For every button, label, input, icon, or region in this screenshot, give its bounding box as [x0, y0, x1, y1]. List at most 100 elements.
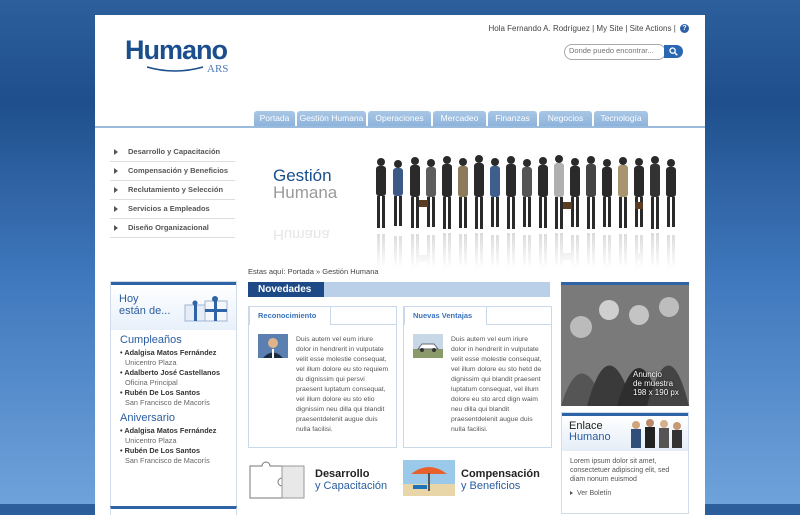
person-name[interactable]: Adalgisa Matos Fernández — [124, 426, 216, 435]
hero-people-image — [373, 155, 683, 268]
sidebar-item-label: Diseño Organizacional — [128, 223, 209, 232]
person-name[interactable]: Rubén De Los Santos — [125, 446, 200, 455]
enlace-humano-panel: Enlace Humano Lorem ipsum dolor sit amet… — [561, 412, 689, 514]
breadcrumb-prefix: Estas aquí: — [248, 267, 286, 276]
search-box — [564, 44, 666, 60]
card-tab-label[interactable]: Nuevas Ventajas — [404, 306, 488, 325]
userbar-separator: | — [673, 24, 676, 33]
aniversario-list: • Adalgisa Matos Fernández Unicentro Pla… — [111, 426, 236, 466]
ad-banner[interactable]: Anuncio de muestra 198 x 190 px — [561, 282, 689, 406]
chevron-right-icon — [114, 206, 118, 212]
chevron-right-icon — [114, 225, 118, 231]
user-greeting-link[interactable]: Hola Fernando A. Rodríguez — [488, 24, 589, 33]
cumpleanos-title: Cumpleaños — [120, 334, 182, 346]
logo-swoosh-icon — [146, 66, 204, 72]
sidebar-item-label: Compensación y Beneficios — [128, 166, 229, 175]
search-input[interactable] — [569, 46, 663, 55]
puzzle-icon — [249, 461, 305, 499]
hero-title-reflection: Humana — [273, 226, 330, 243]
person-location: Oficina Principal — [125, 378, 178, 387]
ad-caption: Anuncio de muestra 198 x 190 px — [633, 370, 679, 397]
breadcrumb-root-link[interactable]: Portada — [288, 267, 314, 276]
person-location: Unicentro Plaza — [125, 358, 177, 367]
beach-umbrella-icon — [403, 460, 455, 496]
list-item: • Rubén De Los Santos — [120, 388, 201, 397]
enlace-title-line2: Humano — [569, 431, 611, 443]
main-nav: Portada Gestión Humana Operaciones Merca… — [254, 111, 650, 126]
sidebar-item-label: Desarrollo y Capacitación — [128, 147, 221, 156]
person-location: Unicentro Plaza — [125, 436, 177, 445]
page-container: Humano ARS Hola Fernando A. Rodríguez | … — [95, 15, 705, 515]
tab-tecnologia[interactable]: Tecnología — [594, 111, 648, 126]
novedades-title: Novedades — [248, 282, 324, 297]
enlace-body: Lorem ipsum dolor sit amet, consectetuer… — [570, 458, 670, 483]
tab-finanzas[interactable]: Finanzas — [488, 111, 537, 126]
list-item: • Adalberto José Castellanos — [120, 368, 221, 377]
ad-line1: Anuncio — [633, 370, 662, 379]
hoy-panel: Hoy están de... Cumpleaños • Adalgisa Ma… — [110, 281, 237, 508]
site-actions-link[interactable]: Site Actions — [630, 24, 672, 33]
search-button[interactable] — [664, 45, 683, 58]
chevron-right-icon — [114, 149, 118, 155]
feature-title: Desarrollo — [315, 468, 370, 480]
chevron-right-icon — [114, 187, 118, 193]
ver-boletin-label: Ver Boletín — [577, 490, 612, 497]
feature-title: Compensación — [461, 468, 540, 480]
sidebar-item-label: Servicios a Empleados — [128, 204, 210, 213]
ad-line2: de muestra — [633, 379, 674, 388]
tab-mercadeo[interactable]: Mercadeo — [433, 111, 486, 126]
sidebar-item-diseno[interactable]: Diseño Organizacional — [110, 219, 235, 238]
humano-logo[interactable]: Humano ARS — [125, 35, 235, 75]
card-photo-person — [258, 334, 288, 358]
sidebar-item-servicios[interactable]: Servicios a Empleados — [110, 200, 235, 219]
novedades-header: Novedades — [248, 282, 550, 297]
left-panel-secondary — [110, 506, 237, 515]
sidebar-item-reclutamiento[interactable]: Reclutamiento y Selección — [110, 181, 235, 200]
breadcrumb-separator: » — [316, 267, 321, 276]
sidebar-item-label: Reclutamiento y Selección — [128, 185, 224, 194]
ver-boletin-link[interactable]: Ver Boletín — [562, 484, 688, 503]
card-body-text: Duis autem vel eum iriure dolor in hendr… — [296, 336, 389, 433]
userbar-separator: | — [625, 24, 628, 33]
user-bar: Hola Fernando A. Rodríguez | My Site | S… — [488, 24, 689, 34]
help-icon[interactable]: ? — [680, 24, 689, 34]
list-item: • Rubén De Los Santos — [120, 446, 201, 455]
enlace-people-image — [631, 419, 682, 448]
enlace-title: Enlace Humano — [569, 421, 611, 443]
cumpleanos-list: • Adalgisa Matos Fernández Unicentro Pla… — [111, 348, 236, 408]
logo-ars: ARS — [207, 63, 229, 75]
sidebar-menu: Desarrollo y Capacitación Compensación y… — [110, 143, 235, 238]
hoy-title-line1: Hoy — [119, 293, 139, 305]
card-tab-label[interactable]: Reconocimiento — [249, 306, 332, 325]
aniversario-title: Aniversario — [120, 412, 176, 424]
person-name[interactable]: Adalgisa Matos Fernández — [124, 348, 216, 357]
sidebar-item-compensacion[interactable]: Compensación y Beneficios — [110, 162, 235, 181]
tab-gestion-humana[interactable]: Gestión Humana — [297, 111, 366, 126]
news-card-reconocimiento: Reconocimiento Duis autem vel eum iriure… — [248, 306, 397, 448]
hero-title-line2: Humana — [273, 183, 338, 202]
news-card-nuevas-ventajas: Nuevas Ventajas Duis autem vel eum iriur… — [403, 306, 552, 448]
card-body-text: Duis autem vel eum iriure dolor in hendr… — [451, 336, 542, 433]
person-location: San Francisco de Macorís — [125, 398, 210, 407]
card-photo-car — [413, 334, 443, 358]
ad-line3: 198 x 190 px — [633, 388, 679, 397]
userbar-separator: | — [592, 24, 595, 33]
list-item: • Adalgisa Matos Fernández — [120, 426, 217, 435]
chevron-right-icon — [114, 168, 118, 174]
hero-title: Gestión Humana — [273, 167, 337, 201]
list-item: • Adalgisa Matos Fernández — [120, 348, 217, 357]
chevron-right-icon — [570, 491, 573, 495]
tab-operaciones[interactable]: Operaciones — [368, 111, 431, 126]
feature-subtitle: y Capacitación — [315, 480, 388, 492]
tab-negocios[interactable]: Negocios — [539, 111, 592, 126]
breadcrumb: Estas aquí: Portada » Gestión Humana — [248, 267, 379, 276]
feature-subtitle: y Beneficios — [461, 480, 521, 492]
person-name[interactable]: Rubén De Los Santos — [125, 388, 200, 397]
tab-portada[interactable]: Portada — [254, 111, 295, 126]
person-name[interactable]: Adalberto José Castellanos — [124, 368, 220, 377]
hoy-title: Hoy están de... — [119, 293, 170, 317]
hoy-header: Hoy están de... — [111, 282, 236, 330]
my-site-link[interactable]: My Site — [596, 24, 623, 33]
sidebar-item-desarrollo[interactable]: Desarrollo y Capacitación — [110, 143, 235, 162]
search-icon — [669, 47, 678, 56]
